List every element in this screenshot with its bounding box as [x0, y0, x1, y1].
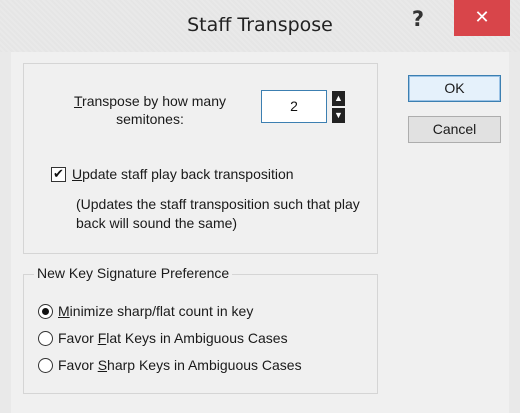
window-frame-left — [0, 52, 11, 413]
window-frame-right — [509, 52, 520, 413]
staff-transpose-dialog: Staff Transpose ? ✕ Transpose by how man… — [0, 0, 520, 413]
key-signature-group-label: New Key Signature Preference — [34, 265, 233, 281]
radio-favor-flat[interactable] — [38, 331, 53, 346]
ok-button[interactable]: OK — [408, 75, 501, 102]
close-icon: ✕ — [474, 7, 490, 28]
cancel-button[interactable]: Cancel — [408, 116, 501, 143]
radio-selected-dot — [42, 308, 49, 315]
radio-favor-sharp[interactable] — [38, 358, 53, 373]
update-playback-label[interactable]: Update staff play back transposition — [72, 166, 294, 182]
semitones-spinner: ▲ ▼ — [332, 91, 345, 123]
dialog-title: Staff Transpose — [187, 14, 333, 36]
close-button[interactable]: ✕ — [454, 0, 510, 36]
update-playback-checkbox[interactable]: ✔ — [51, 167, 66, 182]
spinner-down-icon[interactable]: ▼ — [332, 108, 345, 123]
semitones-input[interactable]: 2 — [261, 90, 327, 123]
radio-favor-flat-label[interactable]: Favor Flat Keys in Ambiguous Cases — [58, 330, 288, 346]
radio-favor-sharp-label[interactable]: Favor Sharp Keys in Ambiguous Cases — [58, 357, 302, 373]
help-button[interactable]: ? — [398, 2, 438, 36]
transpose-label: Transpose by how many semitones: — [73, 93, 226, 127]
update-playback-note: (Updates the staff transposition such th… — [76, 196, 360, 231]
spinner-up-icon[interactable]: ▲ — [332, 91, 345, 106]
title-bar[interactable]: Staff Transpose ? ✕ — [0, 0, 520, 52]
radio-minimize[interactable] — [38, 304, 53, 319]
radio-minimize-label[interactable]: Minimize sharp/flat count in key — [58, 303, 253, 319]
